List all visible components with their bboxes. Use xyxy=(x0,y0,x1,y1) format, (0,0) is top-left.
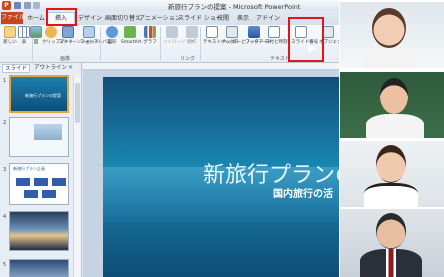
chart-button[interactable]: グラフ xyxy=(140,26,160,45)
group-label-images: 画像 xyxy=(60,56,71,62)
shapes-button[interactable]: 図形 xyxy=(102,26,122,45)
participant-video-1[interactable] xyxy=(340,2,444,68)
participant-video-4[interactable] xyxy=(340,209,444,277)
screenshot-icon xyxy=(62,26,74,38)
person-icon xyxy=(380,78,408,114)
shapes-icon xyxy=(106,26,118,38)
action-button[interactable]: 動作 xyxy=(182,26,202,45)
hyperlink-icon xyxy=(166,26,178,38)
thumbnail-image xyxy=(34,124,62,140)
slide-thumbnail-5[interactable] xyxy=(9,259,69,277)
slide-thumbnail-4[interactable] xyxy=(9,211,69,251)
group-separator xyxy=(200,27,201,61)
close-panel-icon[interactable]: × xyxy=(68,64,73,71)
tab-transitions[interactable]: 画面切り替え xyxy=(105,13,141,25)
hyperlink-button[interactable]: ハイパーリンク xyxy=(162,26,194,45)
save-icon[interactable] xyxy=(14,2,21,9)
slide-editing-area: 新旅行プランの 国内旅行の活 xyxy=(83,63,339,277)
slide-thumbnail-2[interactable] xyxy=(9,117,69,157)
tab-design[interactable]: デザイン xyxy=(77,13,103,25)
person-body xyxy=(364,183,418,207)
chart-icon xyxy=(144,26,156,38)
wordart-icon xyxy=(248,26,260,38)
thumbnail-title: 新旅行プラン企画 xyxy=(13,166,45,171)
scrollbar-thumb[interactable] xyxy=(75,83,80,123)
person-body xyxy=(362,48,418,68)
date-time-button[interactable]: 日付と時刻 xyxy=(264,26,288,45)
undo-icon[interactable] xyxy=(24,2,31,9)
wordart-button[interactable]: ワードアート xyxy=(244,26,272,45)
tab-file[interactable]: ファイル xyxy=(1,12,25,24)
slide-subtitle[interactable]: 国内旅行の活 xyxy=(273,185,333,200)
person-body xyxy=(366,114,424,138)
thumbnail-shape xyxy=(42,190,56,198)
header-footer-icon xyxy=(226,26,238,38)
highlight-slide-number-button xyxy=(288,17,324,62)
thumbnail-shape xyxy=(16,178,30,186)
thumbnail-number: 3 xyxy=(3,167,7,173)
participant-video-3[interactable] xyxy=(340,141,444,207)
person-icon xyxy=(372,8,406,48)
group-label-links: リンク xyxy=(180,56,196,62)
participant-video-2[interactable] xyxy=(340,72,444,138)
slide-thumbnail-1[interactable]: 新旅行プランの提案 xyxy=(9,75,69,113)
powerpoint-window: P 新旅行プランの提案 - Microsoft PowerPoint ファイル … xyxy=(0,0,339,277)
current-slide[interactable]: 新旅行プランの 国内旅行の活 xyxy=(103,77,339,277)
textbox-button[interactable]: テキストボックス xyxy=(202,26,239,45)
tab-outline[interactable]: アウトライン xyxy=(32,64,69,73)
person-icon xyxy=(376,213,406,249)
thumbnail-number: 1 xyxy=(3,78,7,84)
group-label-text: テキスト xyxy=(270,56,290,62)
video-call-panel xyxy=(339,0,444,277)
redo-icon[interactable] xyxy=(33,2,40,9)
smartart-icon xyxy=(124,26,136,38)
horizontal-ruler xyxy=(83,63,339,70)
tab-home[interactable]: ホーム xyxy=(26,13,46,25)
smartart-button[interactable]: SmartArt xyxy=(120,26,141,45)
photo-album-icon xyxy=(83,26,95,38)
tab-view[interactable]: 表示 xyxy=(235,13,251,25)
textbox-icon xyxy=(206,26,218,38)
screenshot-button[interactable]: スクリーンショット xyxy=(58,26,99,45)
window-title: 新旅行プランの提案 - Microsoft PowerPoint xyxy=(168,3,301,11)
tab-review[interactable]: 校閲 xyxy=(215,13,231,25)
slide-thumbnail-3[interactable]: 新旅行プラン企画 xyxy=(9,163,69,205)
thumbnail-title: 新旅行プランの提案 xyxy=(25,93,61,98)
calendar-icon xyxy=(268,26,280,38)
powerpoint-app-icon[interactable]: P xyxy=(2,1,11,10)
thumbnail-shape xyxy=(24,190,38,198)
tab-addins[interactable]: アドイン xyxy=(256,13,280,25)
tab-animations[interactable]: アニメーション xyxy=(139,13,181,25)
person-body xyxy=(360,249,422,277)
slides-panel: スライド アウトライン × 1 新旅行プランの提案 2 3 新旅行プラン企画 4… xyxy=(0,63,82,277)
thumbnail-shape xyxy=(34,178,48,186)
tab-slides[interactable]: スライド xyxy=(2,64,31,73)
highlight-insert-tab xyxy=(46,8,77,26)
action-icon xyxy=(186,26,198,38)
header-footer-button[interactable]: ヘッダーとフッター xyxy=(222,26,264,45)
thumbnail-number: 5 xyxy=(3,262,7,268)
thumbnail-number: 2 xyxy=(3,120,7,126)
photo-album-button[interactable]: フォトアルバム xyxy=(79,26,111,45)
person-icon xyxy=(376,145,406,183)
group-separator xyxy=(160,27,161,61)
tab-slideshow[interactable]: スライド ショー xyxy=(178,13,222,25)
thumbnail-number: 4 xyxy=(3,214,7,220)
group-separator xyxy=(100,27,101,61)
thumbnail-shape xyxy=(52,178,66,186)
clipart-icon xyxy=(45,26,57,38)
panel-scrollbar[interactable] xyxy=(73,75,81,277)
